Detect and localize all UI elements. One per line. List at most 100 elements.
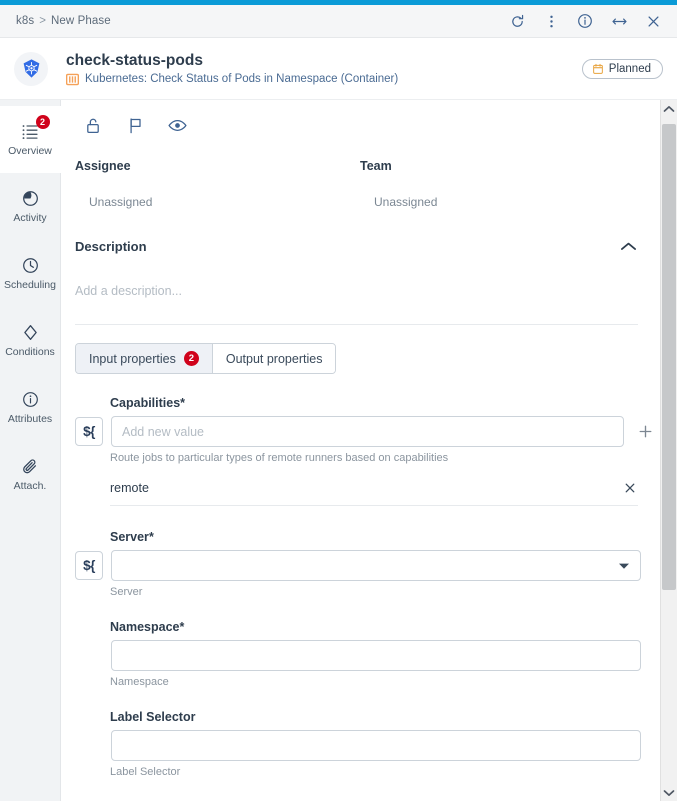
application-window: k8s > New Phase check-status-pods Kubern… <box>0 0 677 802</box>
field-row: ${ <box>75 550 660 581</box>
sidebar-item-label: Conditions <box>5 346 55 358</box>
main-content: Assignee Unassigned Team Unassigned Desc… <box>61 100 660 801</box>
properties-tabs: Input properties 2 Output properties <box>75 343 337 374</box>
breadcrumb-separator: > <box>39 15 47 27</box>
divider <box>75 324 638 325</box>
tab-input-properties[interactable]: Input properties 2 <box>76 344 212 373</box>
scroll-down-button[interactable] <box>661 784 677 801</box>
field-capabilities: Capabilities* ${ Add new value Route job… <box>61 396 660 506</box>
container-icon <box>66 73 79 85</box>
required-marker: * <box>180 396 186 410</box>
page-subtitle-text: Kubernetes: Check Status of Pods in Name… <box>85 73 399 85</box>
chevron-down-icon[interactable] <box>618 562 630 570</box>
required-marker: * <box>148 530 154 544</box>
action-toolbar <box>61 100 660 149</box>
input-placeholder: Add new value <box>122 424 205 439</box>
sidebar-item-label: Scheduling <box>4 279 56 291</box>
page-header: check-status-pods Kubernetes: Check Stat… <box>0 38 677 100</box>
activity-icon <box>22 189 39 208</box>
description-title: Description <box>75 238 147 254</box>
scrollbar-track[interactable] <box>661 117 677 784</box>
field-hint: Server <box>110 586 143 598</box>
field-label-selector: Label Selector Label Selector <box>61 710 660 778</box>
assignee-value[interactable]: Unassigned <box>75 195 360 209</box>
field-hint: Namespace <box>110 676 169 688</box>
titlebar-actions <box>507 11 667 31</box>
sidebar-item-label: Attach. <box>13 480 47 492</box>
field-server: Server* ${Server <box>61 530 660 598</box>
people-row: Assignee Unassigned Team Unassigned <box>61 149 660 209</box>
description-header: Description <box>61 209 660 256</box>
team-value[interactable]: Unassigned <box>360 195 645 209</box>
required-marker: * <box>179 620 185 634</box>
field-label-text: Namespace <box>110 620 180 634</box>
status-badge[interactable]: Planned <box>581 58 663 79</box>
chip-label: remote <box>110 481 149 495</box>
sidebar-item-label: Attributes <box>7 413 53 425</box>
info-icon <box>22 390 39 409</box>
expression-button[interactable]: ${ <box>75 417 103 446</box>
sidebar-item-label: Overview <box>8 145 52 157</box>
list-icon: 2 <box>21 115 50 141</box>
tab-badge: 2 <box>183 351 199 366</box>
flag-icon[interactable] <box>124 114 146 136</box>
tab-label: Output properties <box>225 351 323 366</box>
team-label: Team <box>360 159 392 173</box>
field-label-text: Server <box>110 530 149 544</box>
scroll-up-button[interactable] <box>661 100 677 117</box>
capabilities-input[interactable]: Add new value <box>111 416 624 447</box>
tab-label: Input properties <box>89 351 176 366</box>
field-row: ${ Add new value <box>75 416 660 447</box>
unlock-icon[interactable] <box>82 114 104 136</box>
sidebar-item-attributes[interactable]: Attributes <box>0 374 60 441</box>
description-input[interactable]: Add a description... <box>61 256 660 298</box>
field-label-text: Capabilities <box>110 396 181 410</box>
main-wrapper: Assignee Unassigned Team Unassigned Desc… <box>61 100 677 801</box>
resize-horizontal-icon[interactable] <box>609 11 629 31</box>
sidebar-item-attachments[interactable]: Attach. <box>0 441 60 508</box>
field-label: Capabilities* <box>110 396 660 410</box>
scrollbar-thumb[interactable] <box>662 124 676 590</box>
team-field: Team Unassigned <box>360 159 645 209</box>
assignee-field: Assignee Unassigned <box>75 159 360 209</box>
field-namespace: Namespace* Namespace <box>61 620 660 688</box>
sidebar-item-scheduling[interactable]: Scheduling <box>0 240 60 307</box>
tab-output-properties[interactable]: Output properties <box>211 344 336 373</box>
eye-icon[interactable] <box>166 114 188 136</box>
breadcrumb: k8s > New Phase <box>16 15 111 27</box>
properties-form: Capabilities* ${ Add new value Route job… <box>61 374 660 778</box>
field-hint: Route jobs to particular types of remote… <box>110 452 449 464</box>
sidebar-item-activity[interactable]: Activity <box>0 173 60 240</box>
diamond-icon <box>23 323 38 342</box>
expression-button[interactable]: ${ <box>75 551 103 580</box>
sidebar-item-label: Activity <box>13 212 47 224</box>
field-row <box>75 730 660 761</box>
info-icon[interactable] <box>575 11 595 31</box>
window-titlebar: k8s > New Phase <box>0 5 677 38</box>
server-select[interactable] <box>111 550 641 581</box>
close-icon[interactable] <box>643 11 663 31</box>
calendar-icon <box>592 63 603 74</box>
vertical-scrollbar[interactable] <box>660 100 677 801</box>
header-text: check-status-pods Kubernetes: Check Stat… <box>66 52 582 86</box>
field-label: Namespace* <box>110 620 660 634</box>
close-icon[interactable] <box>622 480 638 496</box>
label-selector-input[interactable] <box>111 730 641 761</box>
status-badge-label: Planned <box>608 62 651 75</box>
kubernetes-logo <box>14 51 48 86</box>
sidebar-item-overview[interactable]: 2 Overview <box>0 106 61 173</box>
field-row <box>75 640 660 671</box>
sidebar-item-conditions[interactable]: Conditions <box>0 307 60 374</box>
chevron-up-icon[interactable] <box>618 236 638 256</box>
breadcrumb-root[interactable]: k8s <box>16 15 34 27</box>
page-subtitle: Kubernetes: Check Status of Pods in Name… <box>66 73 582 86</box>
paperclip-icon <box>22 457 39 476</box>
add-icon[interactable] <box>632 419 658 445</box>
namespace-input[interactable] <box>111 640 641 671</box>
refresh-icon[interactable] <box>507 11 527 31</box>
sidebar-badge-overview: 2 <box>35 115 50 129</box>
field-label: Server* <box>110 530 660 544</box>
more-vertical-icon[interactable] <box>541 11 561 31</box>
page-title: check-status-pods <box>66 51 203 69</box>
clock-icon <box>22 256 39 275</box>
